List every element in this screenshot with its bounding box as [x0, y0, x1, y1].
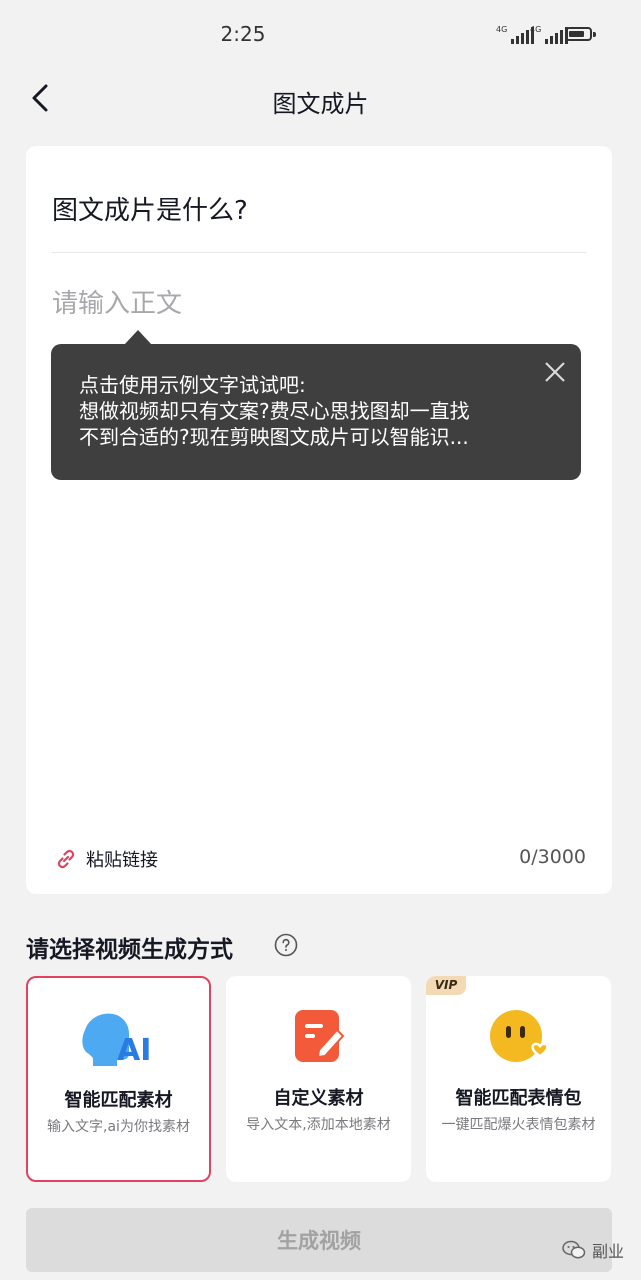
- status-bar: 2:25 4G 4G: [0, 0, 641, 70]
- signal-icon: 4G: [530, 26, 569, 44]
- tooltip-text: 点击使用示例文字试试吧: 想做视频却只有文案?费尽心思找图却一直找 不到合适的?…: [79, 373, 470, 449]
- vip-badge: VIP: [426, 976, 466, 995]
- editor-card: 图文成片是什么? 点击使用示例文字试试吧: 想做视频却只有文案?费尽心思找图却一…: [26, 146, 612, 894]
- emoji-face-icon: [486, 1006, 552, 1070]
- wechat-icon: [562, 1240, 586, 1259]
- tooltip-arrow: [124, 330, 152, 345]
- body-input[interactable]: [52, 284, 586, 324]
- option-smart-match-sticker[interactable]: VIP 智能匹配表情包 一键匹配爆火表情包素材: [426, 976, 611, 1182]
- generate-video-button[interactable]: 生成视频: [26, 1208, 612, 1272]
- edit-document-icon: [289, 1006, 349, 1070]
- option-desc: 输入文字,ai为你找素材: [47, 1119, 190, 1135]
- status-time: 2:25: [220, 22, 266, 46]
- watermark: 副业: [562, 1238, 624, 1262]
- help-icon[interactable]: [274, 933, 298, 957]
- section-title: 请选择视频生成方式: [26, 937, 233, 963]
- svg-text:AI: AI: [117, 1033, 151, 1068]
- option-desc: 一键匹配爆火表情包素材: [441, 1117, 596, 1133]
- divider: [52, 252, 586, 253]
- sample-text-tooltip[interactable]: 点击使用示例文字试试吧: 想做视频却只有文案?费尽心思找图却一直找 不到合适的?…: [51, 344, 581, 480]
- close-icon[interactable]: [541, 358, 569, 386]
- page-title: 图文成片: [272, 90, 369, 118]
- option-custom-material[interactable]: 自定义素材 导入文本,添加本地素材: [226, 976, 411, 1182]
- option-title: 智能匹配表情包: [455, 1088, 582, 1109]
- link-icon: [57, 849, 75, 869]
- signal-icon: 4G: [496, 26, 535, 44]
- char-count: 0/3000: [519, 846, 586, 868]
- option-desc: 导入文本,添加本地素材: [246, 1117, 391, 1133]
- ai-head-icon: AI: [79, 1008, 159, 1072]
- option-title: 自定义素材: [273, 1088, 364, 1109]
- option-title: 智能匹配素材: [64, 1090, 173, 1111]
- paste-link-button[interactable]: 粘贴链接: [54, 846, 158, 872]
- document-title[interactable]: 图文成片是什么?: [52, 190, 248, 227]
- battery-icon: [565, 27, 596, 41]
- option-smart-match-material[interactable]: AI 智能匹配素材 输入文字,ai为你找素材: [26, 976, 211, 1182]
